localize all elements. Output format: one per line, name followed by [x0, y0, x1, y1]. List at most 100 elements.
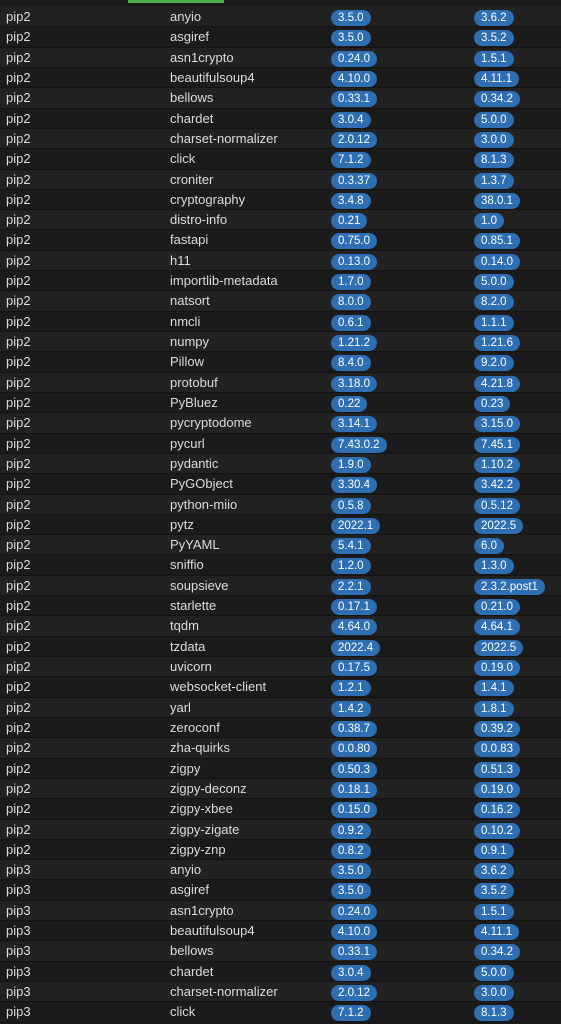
table-row[interactable]: pip2 pycurl 7.43.0.2 7.45.1 [0, 433, 561, 454]
current-version-cell: 0.8.2 [331, 840, 371, 860]
latest-version-cell: 0.21.0 [474, 596, 520, 616]
table-row[interactable]: pip2 zigpy-deconz 0.18.1 0.19.0 [0, 778, 561, 800]
table-row[interactable]: pip3 click 7.1.2 8.1.3 [0, 1002, 561, 1023]
source-cell: pip2 [6, 455, 31, 471]
current-version-cell: 0.22 [331, 393, 368, 413]
package-name-cell: click [170, 151, 196, 167]
table-row[interactable]: pip2 pytz 2022.1 2022.5 [0, 514, 561, 536]
current-version-badge: 1.2.1 [331, 680, 371, 697]
table-row[interactable]: pip2 zeroconf 0.38.7 0.39.2 [0, 717, 561, 739]
table-row[interactable]: pip2 fastapi 0.75.0 0.85.1 [0, 230, 561, 251]
source-cell: pip2 [6, 130, 31, 146]
current-version-cell: 0.17.1 [331, 596, 377, 616]
table-row[interactable]: pip2 starlette 0.17.1 0.21.0 [0, 596, 561, 617]
source-cell: pip2 [6, 29, 31, 45]
latest-version-badge: 3.0.0 [474, 131, 514, 148]
source-cell: pip2 [6, 618, 31, 634]
table-row[interactable]: pip2 anyio 3.5.0 3.6.2 [0, 7, 561, 28]
latest-version-badge: 0.14.0 [474, 253, 520, 270]
table-row[interactable]: pip3 bellows 0.33.1 0.34.2 [0, 941, 561, 962]
latest-version-badge: 4.11.1 [474, 70, 520, 87]
table-row[interactable]: pip2 protobuf 3.18.0 4.21.8 [0, 372, 561, 393]
latest-version-badge: 0.51.3 [474, 761, 520, 778]
table-row[interactable]: pip2 python-miio 0.5.8 0.5.12 [0, 494, 561, 515]
latest-version-cell: 3.5.2 [474, 27, 514, 47]
table-row[interactable]: pip2 Pillow 8.4.0 9.2.0 [0, 352, 561, 373]
current-version-cell: 2022.4 [331, 637, 381, 657]
latest-version-cell: 2022.5 [474, 515, 524, 535]
table-row[interactable]: pip2 click 7.1.2 8.1.3 [0, 149, 561, 170]
table-row[interactable]: pip2 PyGObject 3.30.4 3.42.2 [0, 474, 561, 495]
table-row[interactable]: pip2 pycryptodome 3.14.1 3.15.0 [0, 413, 561, 434]
table-row[interactable]: pip2 nmcli 0.6.1 1.1.1 [0, 311, 561, 332]
latest-version-badge: 8.1.3 [474, 152, 514, 169]
latest-version-cell: 2.3.2.post1 [474, 576, 545, 596]
source-cell: pip3 [6, 1004, 31, 1020]
table-row[interactable]: pip2 charset-normalizer 2.0.12 3.0.0 [0, 128, 561, 150]
current-version-badge: 3.30.4 [331, 477, 377, 494]
table-row[interactable]: pip2 pydantic 1.9.0 1.10.2 [0, 453, 561, 475]
table-row[interactable]: pip2 PyBluez 0.22 0.23 [0, 392, 561, 414]
table-row[interactable]: pip3 anyio 3.5.0 3.6.2 [0, 860, 561, 881]
table-row[interactable]: pip3 asn1crypto 0.24.0 1.5.1 [0, 900, 561, 922]
current-version-badge: 0.75.0 [331, 233, 377, 250]
package-name-cell: cryptography [170, 191, 246, 207]
package-name-cell: pydantic [170, 455, 219, 471]
current-version-badge: 0.24.0 [331, 903, 377, 920]
table-row[interactable]: pip2 zigpy-zigate 0.9.2 0.10.2 [0, 819, 561, 840]
current-version-cell: 5.4.1 [331, 535, 371, 555]
current-version-cell: 8.0.0 [331, 291, 371, 311]
table-row[interactable]: pip3 chardet 3.0.4 5.0.0 [0, 961, 561, 982]
table-row[interactable]: pip2 tqdm 4.64.0 4.64.1 [0, 616, 561, 637]
table-row[interactable]: pip3 asgiref 3.5.0 3.5.2 [0, 880, 561, 901]
table-row[interactable]: pip2 h11 0.13.0 0.14.0 [0, 250, 561, 272]
latest-version-badge: 4.21.8 [474, 375, 520, 392]
table-row[interactable]: pip2 zigpy-xbee 0.15.0 0.16.2 [0, 799, 561, 820]
source-cell: pip3 [6, 984, 31, 999]
table-row[interactable]: pip2 numpy 1.21.2 1.21.6 [0, 332, 561, 353]
table-row[interactable]: pip3 beautifulsoup4 4.10.0 4.11.1 [0, 921, 561, 942]
source-cell: pip2 [6, 9, 31, 24]
table-row[interactable]: pip2 natsort 8.0.0 8.2.0 [0, 291, 561, 312]
table-row[interactable]: pip2 zha-quirks 0.0.80 0.0.83 [0, 738, 561, 759]
current-version-cell: 0.6.1 [331, 312, 371, 332]
table-row[interactable]: pip2 asn1crypto 0.24.0 1.5.1 [0, 47, 561, 68]
table-row[interactable]: pip2 importlib-metadata 1.7.0 5.0.0 [0, 271, 561, 292]
table-row[interactable]: pip2 bellows 0.33.1 0.34.2 [0, 88, 561, 109]
latest-version-badge: 9.2.0 [474, 355, 514, 372]
table-row[interactable]: pip3 charset-normalizer 2.0.12 3.0.0 [0, 982, 561, 1003]
table-row[interactable]: pip2 croniter 0.3.37 1.3.7 [0, 169, 561, 190]
package-name-cell: pycryptodome [170, 415, 252, 431]
latest-version-cell: 1.3.7 [474, 170, 514, 190]
table-row[interactable]: pip2 yarl 1.4.2 1.8.1 [0, 697, 561, 718]
table-row[interactable]: pip2 websocket-client 1.2.1 1.4.1 [0, 677, 561, 698]
package-name-cell: protobuf [170, 374, 218, 390]
table-row[interactable]: pip2 uvicorn 0.17.5 0.19.0 [0, 657, 561, 678]
table-row[interactable]: pip2 zigpy-znp 0.8.2 0.9.1 [0, 839, 561, 861]
table-row[interactable]: pip2 asgiref 3.5.0 3.5.2 [0, 27, 561, 48]
table-row[interactable]: pip2 chardet 3.0.4 5.0.0 [0, 108, 561, 129]
current-version-cell: 0.13.0 [331, 251, 377, 271]
package-name-cell: PyBluez [170, 394, 218, 410]
latest-version-cell: 1.5.1 [474, 901, 514, 921]
table-row[interactable]: pip2 distro-info 0.21 1.0 [0, 210, 561, 231]
latest-version-badge: 5.0.0 [474, 274, 514, 291]
current-version-badge: 0.13.0 [331, 253, 377, 270]
table-row[interactable]: pip2 zigpy 0.50.3 0.51.3 [0, 758, 561, 779]
table-row[interactable]: pip2 beautifulsoup4 4.10.0 4.11.1 [0, 67, 561, 89]
table-row[interactable]: pip2 PyYAML 5.4.1 6.0 [0, 535, 561, 556]
latest-version-badge: 1.3.7 [474, 172, 514, 189]
table-row[interactable]: pip2 cryptography 3.4.8 38.0.1 [0, 189, 561, 211]
latest-version-cell: 0.14.0 [474, 251, 520, 271]
current-version-cell: 1.4.2 [331, 698, 371, 718]
table-row[interactable]: pip2 tzdata 2022.4 2022.5 [0, 636, 561, 657]
package-name-cell: PyYAML [170, 537, 220, 553]
table-row[interactable]: pip2 soupsieve 2.2.1 2.3.2.post1 [0, 575, 561, 597]
table-row[interactable]: pip2 sniffio 1.2.0 1.3.0 [0, 555, 561, 576]
latest-version-cell: 8.2.0 [474, 291, 514, 311]
package-name-cell: yarl [170, 699, 191, 715]
source-cell: pip2 [6, 151, 31, 167]
current-version-cell: 2.2.1 [331, 576, 371, 596]
latest-version-cell: 0.34.2 [474, 88, 520, 108]
package-name-cell: chardet [170, 110, 214, 126]
